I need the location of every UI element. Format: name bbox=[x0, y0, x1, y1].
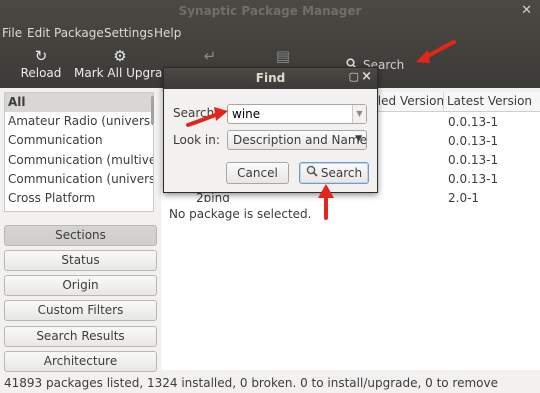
gear-icon: ⚙ bbox=[113, 47, 127, 65]
latest-version-cell: 0.0.13-1 bbox=[448, 115, 499, 129]
mark-all-upgrades-button[interactable]: ⚙ Mark All Upgrades bbox=[74, 44, 166, 88]
chevron-down-icon[interactable]: ▼ bbox=[352, 105, 366, 123]
latest-version-cell: 2.0-1 bbox=[448, 191, 480, 202]
find-search-button[interactable]: Search bbox=[299, 162, 369, 184]
annotation-arrow-icon bbox=[186, 107, 228, 127]
reload-button[interactable]: ↻ Reload bbox=[20, 44, 62, 88]
close-icon[interactable]: ✕ bbox=[521, 3, 532, 18]
menu-settings[interactable]: Settings bbox=[104, 26, 153, 40]
look-in-select[interactable]: Description and Name ▼ bbox=[227, 130, 367, 150]
close-icon[interactable]: × bbox=[361, 69, 372, 84]
latest-version-cell: 0.0.13-1 bbox=[448, 153, 499, 167]
filter-architecture-button[interactable]: Architecture bbox=[4, 351, 157, 372]
section-item[interactable]: Communication (universe) bbox=[5, 170, 153, 189]
title-bar: Synaptic Package Manager ✕ bbox=[0, 0, 540, 24]
search-icon bbox=[306, 163, 318, 183]
no-package-text: No package is selected. bbox=[169, 207, 312, 221]
section-item[interactable]: Amateur Radio (universe) bbox=[5, 112, 153, 131]
filter-origin-button[interactable]: Origin bbox=[4, 275, 157, 296]
filter-custom-button[interactable]: Custom Filters bbox=[4, 300, 157, 321]
scrollbar-thumb[interactable] bbox=[151, 96, 154, 124]
reload-label: Reload bbox=[20, 66, 62, 80]
annotation-arrow-icon bbox=[318, 184, 334, 220]
reload-icon: ↻ bbox=[34, 47, 48, 65]
mark-all-label: Mark All Upgrades bbox=[74, 66, 166, 80]
menu-file[interactable]: File bbox=[2, 26, 22, 40]
latest-version-cell: 0.0.13-1 bbox=[448, 134, 499, 148]
look-in-value: Description and Name bbox=[233, 133, 367, 147]
find-dialog-title: Find bbox=[255, 71, 286, 85]
find-search-label: Search bbox=[320, 166, 363, 180]
menu-edit[interactable]: Edit bbox=[27, 26, 50, 40]
look-in-label: Look in: bbox=[173, 133, 220, 147]
find-dialog-titlebar: Find ▢ × bbox=[164, 68, 377, 89]
sections-scrollbar[interactable] bbox=[150, 92, 156, 212]
column-latest-version[interactable]: Latest Version bbox=[443, 92, 540, 112]
status-bar: 41893 packages listed, 1324 installed, 0… bbox=[4, 376, 498, 390]
section-item[interactable]: All bbox=[5, 93, 153, 113]
menu-package[interactable]: Package bbox=[54, 26, 104, 40]
search-input[interactable]: wine ▼ bbox=[227, 104, 367, 124]
chevron-down-icon: ▼ bbox=[355, 134, 362, 144]
package-details: No package is selected. bbox=[161, 202, 540, 370]
search-input-value: wine bbox=[232, 107, 261, 121]
section-item[interactable]: Cross Platform bbox=[5, 189, 153, 208]
menu-bar: File Edit Package Settings Help bbox=[0, 25, 330, 43]
menu-help[interactable]: Help bbox=[154, 26, 181, 40]
sections-list[interactable]: All Amateur Radio (universe) Communicati… bbox=[4, 92, 154, 212]
maximize-icon[interactable]: ▢ bbox=[349, 70, 359, 83]
filter-sections-button[interactable]: Sections bbox=[4, 225, 157, 246]
latest-version-cell: 0.0.13-1 bbox=[448, 172, 499, 186]
section-item[interactable]: Communication bbox=[5, 131, 153, 150]
properties-icon: ▤ bbox=[275, 47, 291, 65]
cancel-button[interactable]: Cancel bbox=[226, 162, 289, 184]
window-title: Synaptic Package Manager bbox=[178, 4, 362, 18]
annotation-arrow-icon bbox=[416, 40, 456, 63]
filter-status-button[interactable]: Status bbox=[4, 250, 157, 271]
filter-search-results-button[interactable]: Search Results bbox=[4, 326, 157, 347]
apply-icon: ↵ bbox=[203, 47, 217, 65]
section-item[interactable]: Communication (multiverse) bbox=[5, 151, 153, 170]
